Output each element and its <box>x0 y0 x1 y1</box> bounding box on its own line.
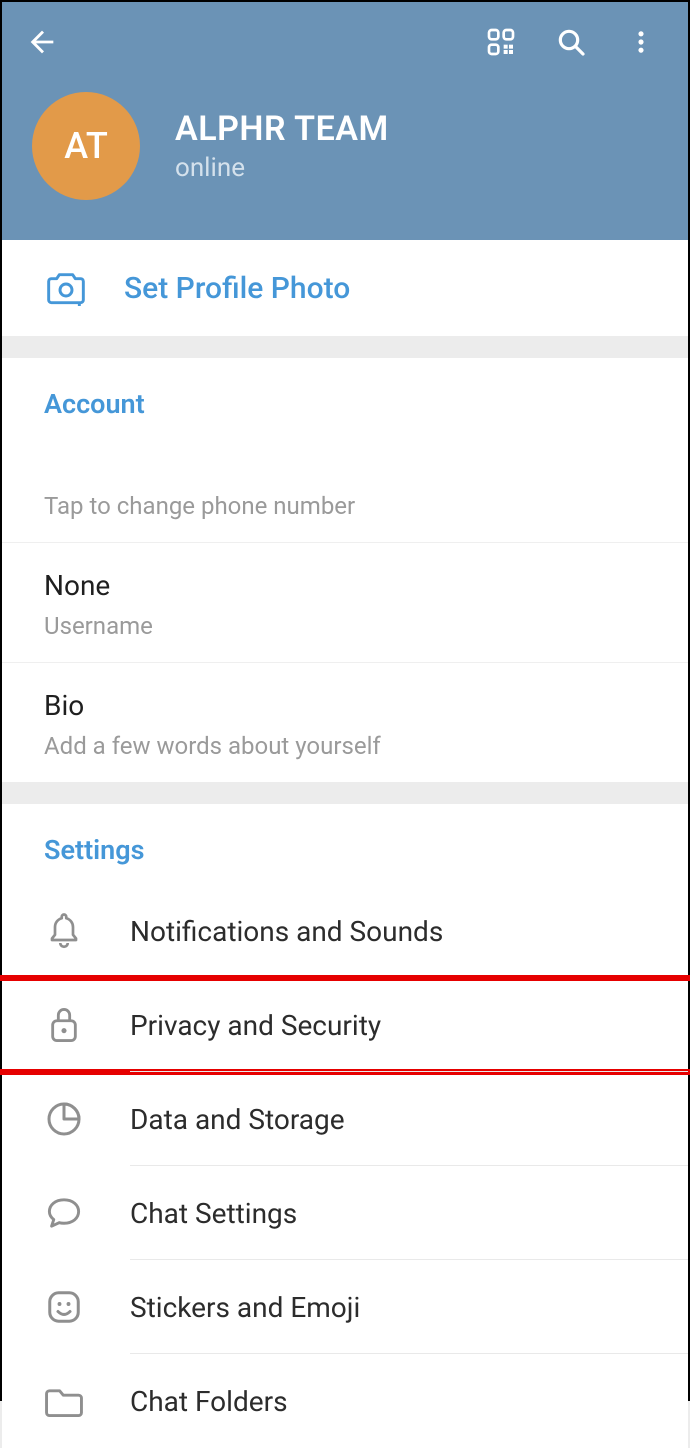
profile-name: ALPHR TEAM <box>175 109 389 149</box>
set-profile-photo[interactable]: Set Profile Photo <box>2 240 688 336</box>
settings-item-label: Notifications and Sounds <box>130 915 443 948</box>
settings-folders[interactable]: Chat Folders <box>2 1354 688 1448</box>
settings-item-label: Privacy and Security <box>130 1009 381 1042</box>
topbar <box>2 2 688 82</box>
settings-chat[interactable]: Chat Settings <box>2 1166 688 1260</box>
set-photo-label: Set Profile Photo <box>124 271 350 306</box>
settings-item-label: Data and Storage <box>130 1103 345 1136</box>
avatar-initials: AT <box>64 125 108 167</box>
search-icon <box>555 26 587 58</box>
account-section: Account Tap to change phone number None … <box>2 358 688 782</box>
profile-block: AT ALPHR TEAM online <box>2 82 688 240</box>
phone-value <box>44 454 648 482</box>
settings-header: Settings <box>2 804 688 884</box>
more-vert-icon <box>627 28 655 56</box>
settings-privacy[interactable]: Privacy and Security <box>2 978 688 1072</box>
storage-icon <box>40 1095 88 1143</box>
account-username[interactable]: None Username <box>2 543 688 663</box>
bio-value: Bio <box>44 689 648 722</box>
folder-icon <box>40 1377 88 1425</box>
phone-hint: Tap to change phone number <box>44 492 648 520</box>
camera-icon <box>44 266 88 310</box>
settings-notifications[interactable]: Notifications and Sounds <box>2 884 688 978</box>
lock-icon <box>40 1001 88 1049</box>
profile-text: ALPHR TEAM online <box>175 109 389 183</box>
settings-data-storage[interactable]: Data and Storage <box>2 1072 688 1166</box>
header: AT ALPHR TEAM online <box>2 2 688 240</box>
account-phone[interactable]: Tap to change phone number <box>2 428 688 543</box>
settings-section: Settings Notifications and Sounds Privac… <box>2 804 688 1448</box>
username-value: None <box>44 569 648 602</box>
bell-icon <box>40 907 88 955</box>
settings-item-label: Chat Folders <box>130 1385 288 1418</box>
back-button[interactable] <box>14 14 70 70</box>
profile-status: online <box>175 153 389 183</box>
account-bio[interactable]: Bio Add a few words about yourself <box>2 663 688 782</box>
qr-icon <box>485 26 517 58</box>
username-hint: Username <box>44 612 648 640</box>
settings-item-label: Chat Settings <box>130 1197 297 1230</box>
set-photo-section: Set Profile Photo <box>2 240 688 336</box>
sticker-icon <box>40 1283 88 1331</box>
search-button[interactable] <box>536 14 606 70</box>
chat-icon <box>40 1189 88 1237</box>
avatar[interactable]: AT <box>32 92 140 200</box>
settings-stickers[interactable]: Stickers and Emoji <box>2 1260 688 1354</box>
bio-hint: Add a few words about yourself <box>44 732 648 760</box>
account-header: Account <box>2 358 688 428</box>
settings-item-label: Stickers and Emoji <box>130 1291 360 1324</box>
more-button[interactable] <box>606 14 676 70</box>
arrow-back-icon <box>25 25 59 59</box>
qr-button[interactable] <box>466 14 536 70</box>
